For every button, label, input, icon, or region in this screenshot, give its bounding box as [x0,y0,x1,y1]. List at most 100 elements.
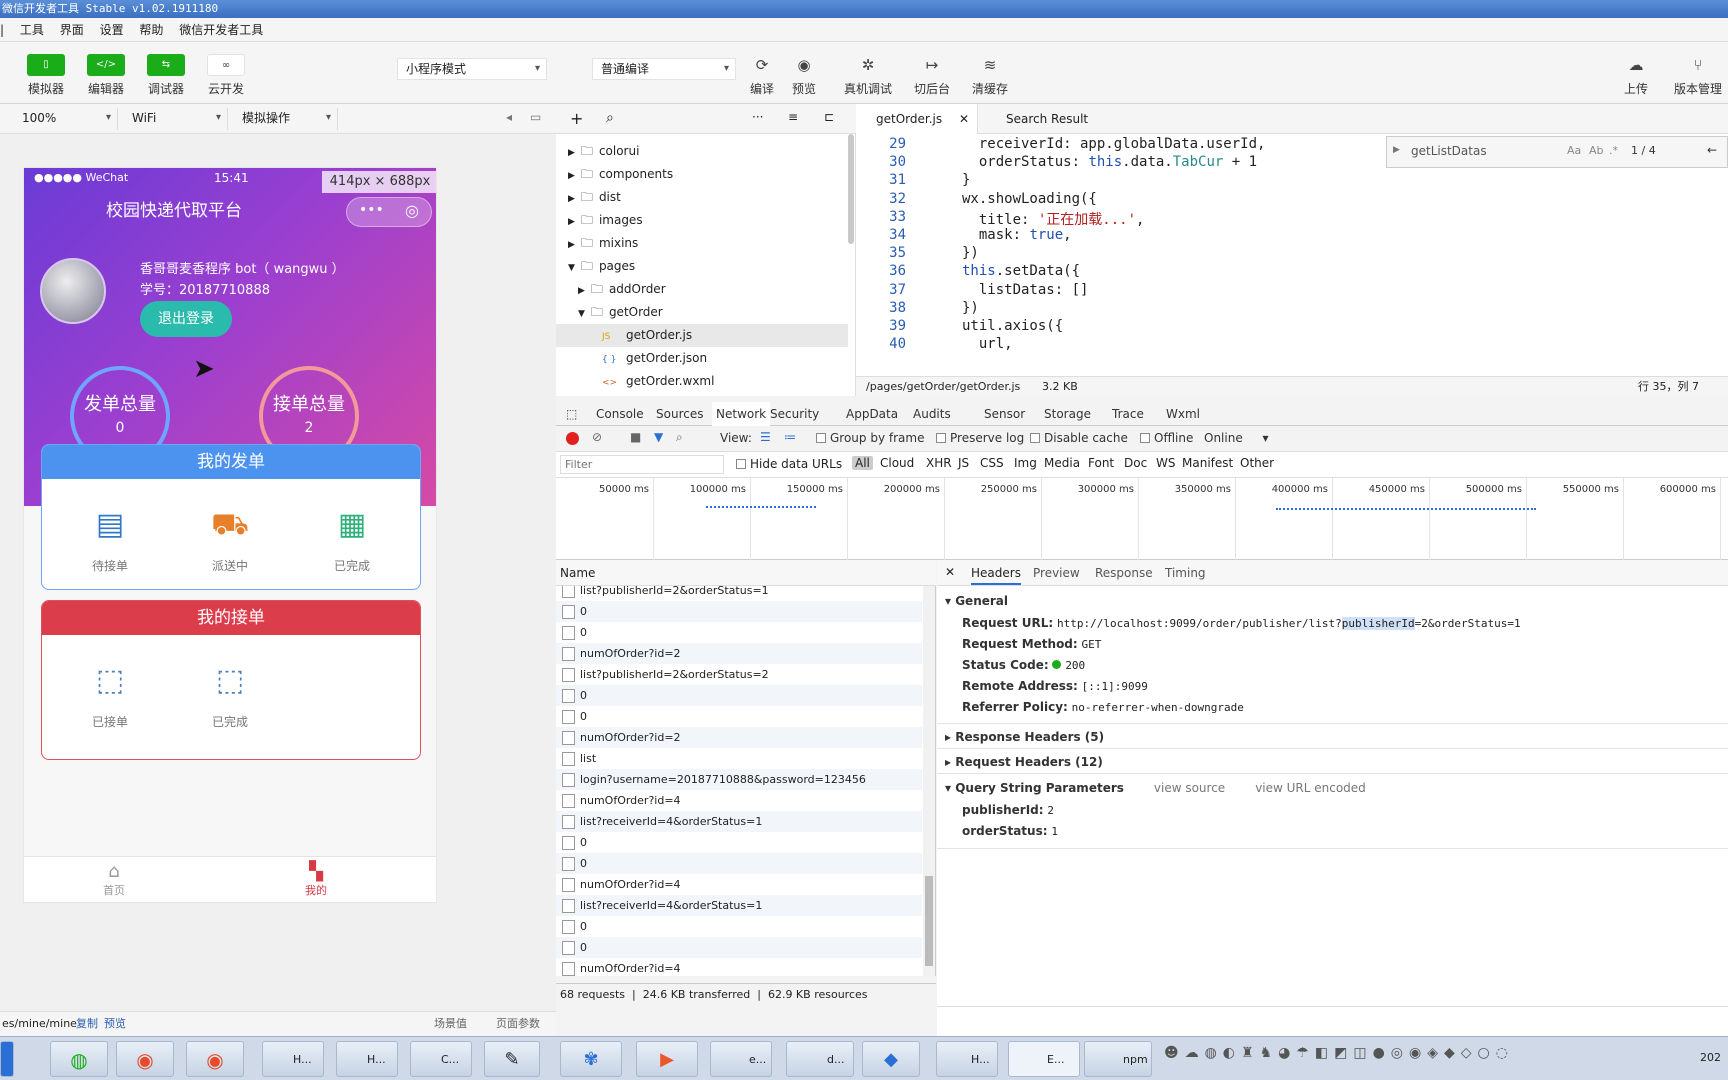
delivering-item[interactable]: ⛟ 派送中 [190,503,270,574]
hide-data-urls-checkbox[interactable]: Hide data URLs [736,457,842,471]
accepted-item[interactable]: ⬚ 已接单 [70,659,150,730]
name-column-header[interactable]: Name [556,560,936,586]
file-tree-item[interactable]: ▶ 🗀 dist [556,186,848,209]
file-tree-item[interactable]: ▼ 🗀 getOrder [556,301,848,324]
whole-word-icon[interactable]: Ab [1589,144,1604,157]
group-by-frame-checkbox[interactable]: Group by frame [816,431,924,445]
request-row[interactable]: login?username=20187710888&password=1234… [556,769,922,790]
copy-link[interactable]: 复制 [76,1012,98,1036]
code-line[interactable]: }) [962,300,979,316]
request-row[interactable]: list?publisherId=2&orderStatus=2 [556,664,922,685]
request-row[interactable]: 0 [556,853,922,874]
code-line[interactable]: mask: true, [962,227,1072,243]
devtools-tab-sources[interactable]: Sources [656,402,703,426]
type-filter-xhr[interactable]: XHR [926,456,952,470]
request-row[interactable]: 0 [556,937,922,958]
query-params-section[interactable]: ▾ Query String Parameters view source view… [945,781,1366,795]
request-row[interactable]: 0 [556,601,922,622]
tab-response[interactable]: Response [1095,566,1153,580]
clear-cache-button[interactable]: ≋ 清缓存 [968,54,1012,97]
menu-help[interactable]: 帮助 [139,23,163,37]
preview-link[interactable]: 预览 [104,1012,126,1036]
search-icon[interactable]: ⌕ [676,430,683,445]
real-debug-button[interactable]: ✲ 真机调试 [840,54,896,97]
request-row[interactable]: 0 [556,832,922,853]
code-line[interactable]: wx.showLoading({ [962,191,1097,207]
menu-tools[interactable]: 工具 [20,23,44,37]
disable-cache-checkbox[interactable]: Disable cache [1030,431,1128,445]
tab-timing[interactable]: Timing [1165,566,1206,580]
menu-devtools[interactable]: 微信开发者工具 [179,23,263,37]
request-row[interactable]: 0 [556,622,922,643]
filter-icon[interactable]: ▼ [654,430,663,444]
request-row[interactable]: list?receiverId=4&orderStatus=1 [556,895,922,916]
debugger-button[interactable]: ⇆ 调试器 [146,54,186,97]
request-row[interactable]: numOfOrder?id=2 [556,643,922,664]
request-list-scrollbar[interactable] [923,586,935,976]
folder-task-1[interactable]: H... [262,1041,324,1077]
devtools-tab-sensor[interactable]: Sensor [984,402,1025,426]
npm-task[interactable]: npm [1084,1041,1152,1077]
network-select[interactable]: WiFi [124,108,228,130]
split-icon[interactable]: ⊏ [824,110,834,124]
code-line[interactable]: } [962,172,970,188]
close-icon[interactable]: ✕ [959,104,969,134]
d-task[interactable]: d... [786,1041,854,1077]
inspect-icon[interactable]: ⬚ [566,402,577,426]
type-filter-other[interactable]: Other [1240,456,1274,470]
request-row[interactable]: numOfOrder?id=4 [556,958,922,976]
wechat-task[interactable]: ◍ [50,1041,108,1077]
request-row[interactable]: 0 [556,685,922,706]
compile-select[interactable]: 普通编译 [592,58,736,80]
code-line[interactable]: title: '正在加载...', [962,209,1145,229]
devtools-task[interactable]: E... [1008,1041,1080,1077]
type-filter-doc[interactable]: Doc [1124,456,1147,470]
request-row[interactable]: numOfOrder?id=2 [556,727,922,748]
file-tree-item[interactable]: ▶ 🗀 images [556,209,848,232]
tab-mine[interactable]: ▚ 我的 [286,861,346,898]
match-case-icon[interactable]: Aa [1567,144,1581,157]
mode-select[interactable]: 小程序模式 [397,58,547,80]
file-tree-scrollbar[interactable] [848,134,854,244]
devtools-tab-wxml[interactable]: Wxml [1166,402,1200,426]
close-circle-icon[interactable]: ◎ [405,201,419,220]
filter-input[interactable] [560,455,724,474]
file-tree-item[interactable]: ▶ 🗀 colorui [556,140,848,163]
record-icon[interactable] [566,432,579,445]
more-icon[interactable]: ··· [752,110,763,124]
more-icon[interactable]: ••• [359,202,384,218]
file-tree-item[interactable]: <> getOrder.wxml [556,370,848,393]
general-section[interactable]: ▾ General [945,594,1008,608]
request-row[interactable]: numOfOrder?id=4 [556,874,922,895]
player-task[interactable]: ▶ [636,1041,698,1077]
devtools-tab-security[interactable]: Security [770,402,819,426]
devtools-tab-network[interactable]: Network [712,402,771,428]
tab-home[interactable]: ⌂ 首页 [84,861,144,898]
upload-button[interactable]: ☁ 上传 [1616,54,1656,97]
throttle-select[interactable]: Online ▾ [1204,431,1269,445]
type-filter-img[interactable]: Img [1014,456,1037,470]
zoom-select[interactable]: 100% [14,108,118,130]
list-view-icon[interactable]: ☰ [760,430,771,444]
chrome-task-2[interactable]: ◉ [186,1041,244,1077]
scene-button[interactable]: 场景值 [434,1012,467,1036]
devtools-tab-audits[interactable]: Audits [913,402,951,426]
request-row[interactable]: 0 [556,916,922,937]
devtools-tab-trace[interactable]: Trace [1112,402,1144,426]
compile-button[interactable]: ⟳ 编译 [742,54,782,97]
eclipse-task[interactable]: e... [710,1041,772,1077]
type-filter-cloud[interactable]: Cloud [880,456,914,470]
folder-task-2[interactable]: H... [336,1041,398,1077]
type-filter-manifest[interactable]: Manifest [1182,456,1233,470]
offline-checkbox[interactable]: Offline [1140,431,1193,445]
devtools-tab-console[interactable]: Console [596,402,644,426]
code-area[interactable]: 29 receiverId: app.globalData.userId, 30 … [856,134,1728,366]
file-tree-item[interactable]: ▶ 🗀 mixins [556,232,848,255]
system-tray[interactable]: ☻☁◍◐♜♞◕☂◧◩◫●◎◉◈◆◇○◌ [1164,1045,1684,1073]
logout-button[interactable]: 退出登录 [140,301,232,337]
accepted-completed-item[interactable]: ⬚ 已完成 [190,659,270,730]
tab-headers[interactable]: Headers [971,566,1021,585]
code-line[interactable]: receiverId: app.globalData.userId, [962,136,1266,152]
clear-icon[interactable]: ⊘ [592,430,602,444]
scrollbar-thumb[interactable] [925,876,933,966]
